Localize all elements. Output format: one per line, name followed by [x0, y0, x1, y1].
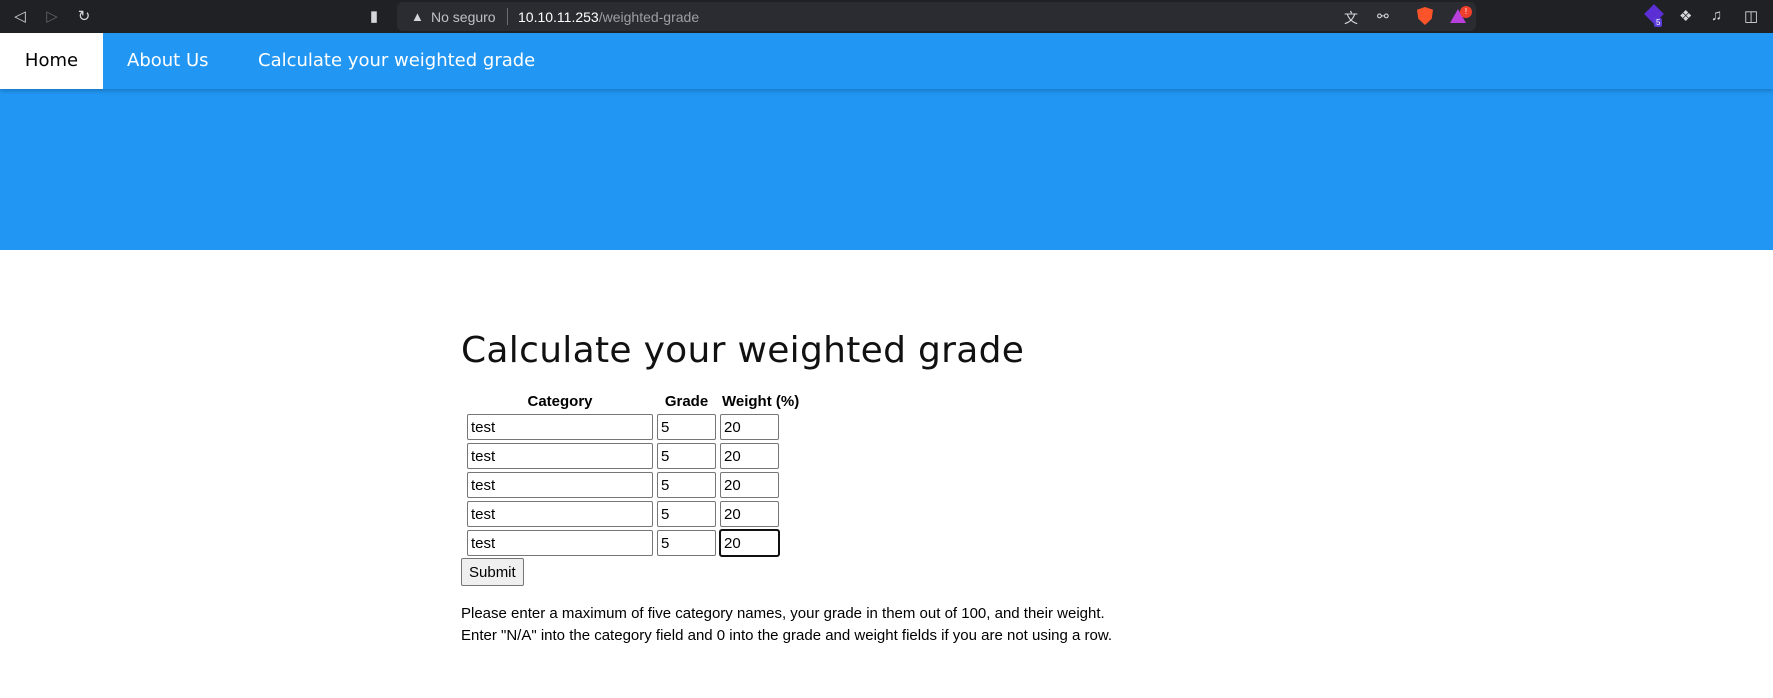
weight-input[interactable] — [720, 472, 779, 498]
reload-icon[interactable]: ↻ — [74, 6, 94, 26]
address-bar[interactable]: ▲ No seguro 10.10.11.253/weighted-grade … — [397, 2, 1476, 31]
header-grade: Grade — [664, 392, 709, 410]
rewards-badge: ! — [1460, 6, 1472, 18]
url-text[interactable]: 10.10.11.253/weighted-grade — [518, 9, 699, 25]
page-title: Calculate your weighted grade — [461, 330, 1025, 371]
forward-icon[interactable]: ▷ — [42, 6, 62, 26]
weight-input-focused[interactable] — [719, 529, 780, 557]
category-input[interactable] — [467, 530, 653, 556]
media-icon[interactable]: ♫ — [1711, 7, 1722, 24]
table-row — [467, 472, 801, 498]
header-weight: Weight (%) — [722, 392, 800, 410]
url-path: /weighted-grade — [598, 9, 700, 25]
help-line-1: Please enter a maximum of five category … — [461, 605, 1105, 622]
header-category: Category — [527, 392, 593, 410]
category-input[interactable] — [467, 414, 653, 440]
url-separator — [507, 8, 508, 25]
main-content: Calculate your weighted grade Category G… — [461, 330, 1112, 644]
table-row — [467, 443, 801, 469]
site-navbar: Home About Us Calculate your weighted gr… — [0, 33, 1773, 89]
category-input[interactable] — [467, 472, 653, 498]
grade-input[interactable] — [657, 414, 716, 440]
grades-table: Category Grade Weight (%) — [463, 388, 805, 559]
extensions-puzzle-icon[interactable]: ❖ — [1679, 7, 1692, 25]
extension-badge: 5 — [1654, 18, 1663, 27]
grade-input[interactable] — [657, 530, 716, 556]
nav-home[interactable]: Home — [0, 33, 103, 89]
help-text: Please enter a maximum of five category … — [461, 603, 1181, 647]
weight-input[interactable] — [720, 501, 779, 527]
share-icon[interactable]: ⚯ — [1377, 8, 1389, 25]
nav-weighted-grade[interactable]: Calculate your weighted grade — [234, 33, 559, 89]
url-host: 10.10.11.253 — [518, 9, 599, 25]
weight-input[interactable] — [720, 443, 779, 469]
grade-input[interactable] — [657, 472, 716, 498]
submit-button[interactable]: Submit — [461, 558, 524, 586]
nav-about-us[interactable]: About Us — [103, 33, 233, 89]
back-icon[interactable]: ◁ — [10, 6, 30, 26]
translate-icon[interactable]: 文 — [1344, 8, 1358, 28]
category-input[interactable] — [467, 501, 653, 527]
browser-toolbar: ◁ ▷ ↻ ▮ ▲ No seguro 10.10.11.253/weighte… — [0, 0, 1773, 33]
security-label[interactable]: No seguro — [431, 9, 496, 25]
hero-banner — [0, 89, 1773, 250]
bookmark-icon[interactable]: ▮ — [364, 6, 384, 26]
table-row — [467, 414, 801, 440]
help-line-2: Enter "N/A" into the category field and … — [461, 627, 1113, 644]
table-row — [467, 529, 801, 557]
warning-icon[interactable]: ▲ — [411, 9, 424, 24]
sidebar-icon[interactable]: ◫ — [1744, 7, 1758, 25]
grade-input[interactable] — [657, 443, 716, 469]
category-input[interactable] — [467, 443, 653, 469]
weight-input[interactable] — [720, 414, 779, 440]
grade-input[interactable] — [657, 501, 716, 527]
table-row — [467, 501, 801, 527]
